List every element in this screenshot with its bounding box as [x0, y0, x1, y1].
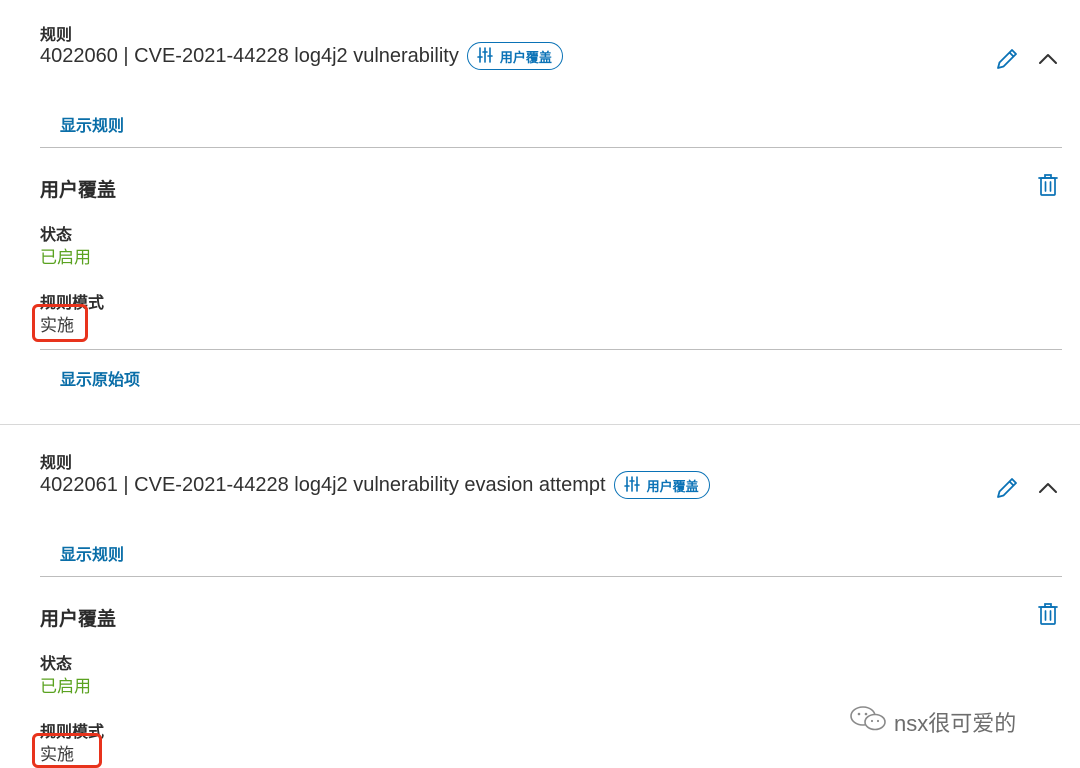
rule-title: 4022061 | CVE-2021-44228 log4j2 vulnerab… [40, 473, 606, 496]
chevron-up-icon[interactable] [1036, 476, 1060, 500]
rule-mode-value: 实施 [40, 745, 74, 764]
show-rule-link[interactable]: 显示规则 [60, 541, 124, 565]
watermark: nsx很可爱的 [848, 704, 1016, 740]
status-label: 状态 [40, 227, 73, 244]
edit-pencil-icon[interactable] [993, 474, 1021, 502]
wechat-icon [848, 704, 888, 740]
user-override-title: 用户覆盖 [40, 180, 117, 201]
sliders-icon [623, 475, 641, 496]
show-original-link[interactable]: 显示原始项 [60, 366, 140, 390]
user-override-badge-label: 用户覆盖 [499, 49, 552, 65]
status-label: 状态 [40, 656, 73, 673]
user-override-badge: 用户覆盖 [613, 471, 710, 499]
divider [40, 349, 1062, 350]
user-override-badge: 用户覆盖 [466, 42, 563, 70]
rule-mode-value: 实施 [40, 316, 74, 335]
show-rule-link[interactable]: 显示规则 [60, 112, 124, 136]
user-override-title: 用户覆盖 [40, 609, 117, 630]
rule-card-1: 规则 4022060 | CVE-2021-44228 log4j2 vulne… [0, 0, 1080, 424]
trash-icon[interactable] [1036, 600, 1060, 628]
rule-title-row: 4022060 | CVE-2021-44228 log4j2 vulnerab… [40, 42, 563, 70]
user-override-badge-label: 用户覆盖 [646, 478, 699, 494]
rule-section-label: 规则 [40, 455, 73, 472]
divider [40, 576, 1062, 577]
trash-icon[interactable] [1036, 171, 1060, 199]
status-value: 已启用 [40, 677, 91, 696]
rule-title: 4022060 | CVE-2021-44228 log4j2 vulnerab… [40, 44, 459, 67]
divider [40, 147, 1062, 148]
chevron-up-icon[interactable] [1036, 47, 1060, 71]
status-value: 已启用 [40, 248, 91, 267]
rule-title-row: 4022061 | CVE-2021-44228 log4j2 vulnerab… [40, 471, 710, 499]
edit-pencil-icon[interactable] [993, 45, 1021, 73]
watermark-text: nsx很可爱的 [894, 711, 1017, 736]
sliders-icon [476, 46, 494, 67]
